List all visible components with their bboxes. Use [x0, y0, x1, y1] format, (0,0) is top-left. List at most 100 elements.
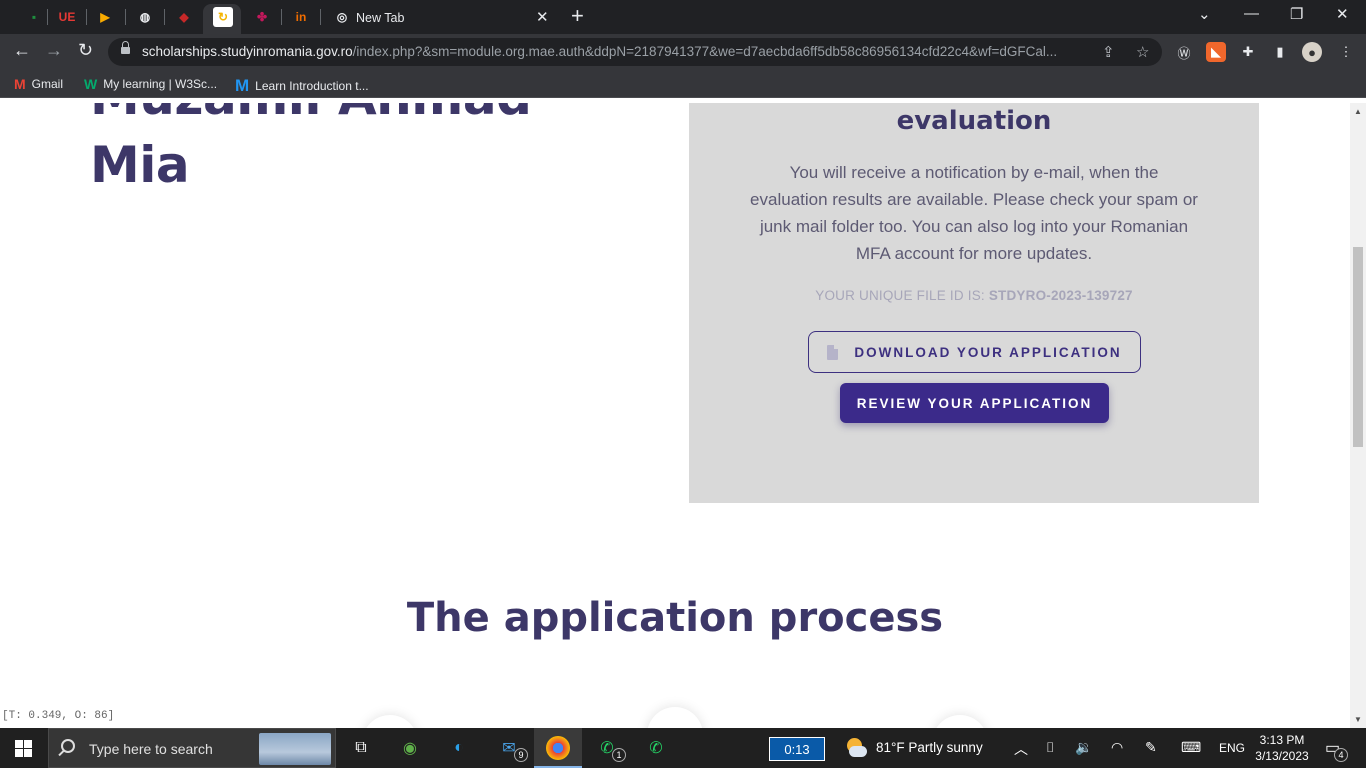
tab-title: New Tab	[356, 11, 405, 25]
extension-w-icon[interactable]: Ⓦ	[1174, 42, 1194, 62]
review-button-label: REVIEW YOUR APPLICATION	[856, 395, 1093, 411]
ue-icon[interactable]: UE	[57, 7, 77, 27]
bookmark-label: Gmail	[31, 77, 64, 91]
new-tab-button[interactable]: +	[571, 4, 584, 28]
tab-search-icon[interactable]: ⌄	[1198, 5, 1211, 23]
reload-icon[interactable]: ↻	[78, 40, 93, 61]
chevron-up-icon[interactable]: ︿	[1014, 739, 1028, 759]
document-icon	[827, 344, 839, 360]
page-viewport: Muzamil Ahmad Mia evaluation You will re…	[0, 103, 1350, 728]
share-icon[interactable]: ⇪	[1102, 43, 1115, 61]
bookmark-label: Learn Introduction t...	[255, 79, 369, 93]
clock-date: 3/13/2023	[1255, 749, 1309, 763]
edge-icon[interactable]: ◐	[447, 736, 471, 760]
globe-app-icon[interactable]: ◉	[398, 736, 422, 760]
windows-start-icon[interactable]	[15, 740, 32, 757]
extension-orange-icon[interactable]: ◣	[1206, 42, 1226, 62]
chrome-icon: ◎	[336, 10, 348, 24]
url-text[interactable]: scholarships.studyinromania.gov.ro/index…	[142, 44, 1092, 59]
section-title: The application process	[406, 595, 944, 641]
windows-taskbar: Type here to search ⧉ ◉ ◐ ✉ 9 ✆ 1 ✆ 0:13…	[0, 728, 1366, 768]
file-id-label: YOUR UNIQUE FILE ID IS:	[815, 288, 985, 303]
scroll-down-icon[interactable]: ▼	[1354, 715, 1362, 724]
bookmark-star-icon[interactable]: ☆	[1136, 43, 1149, 61]
applicant-name: Muzamil Ahmad Mia	[90, 103, 532, 199]
file-id-value: STDYRO-2023-139727	[988, 288, 1133, 303]
learn-m-icon: M	[235, 76, 250, 95]
clock-time: 3:13 PM	[1259, 733, 1305, 747]
bookmarks-bar: M Gmail W My learning | W3Sc... M Learn …	[0, 70, 1366, 98]
status-card: evaluation You will receive a notificati…	[689, 103, 1259, 503]
close-window-button[interactable]: ✕	[1336, 5, 1349, 23]
active-tab-icon[interactable]: ↻	[213, 7, 233, 27]
whatsapp-badge: 1	[612, 748, 626, 762]
w3schools-icon: W	[84, 76, 98, 92]
wifi-icon[interactable]: ◠	[1111, 739, 1123, 756]
step-circle	[647, 707, 703, 728]
back-icon[interactable]: ←	[13, 40, 31, 61]
bookmark-label: My learning | W3Sc...	[103, 77, 218, 91]
tab-separator	[86, 9, 87, 25]
file-id-line: YOUR UNIQUE FILE ID IS: STDYRO-2023-1397…	[689, 288, 1259, 303]
tab-separator	[320, 9, 321, 25]
card-title: evaluation	[896, 106, 1052, 136]
mail-badge: 9	[514, 748, 528, 762]
task-view-icon[interactable]: ⧉	[349, 736, 373, 760]
search-icon	[61, 739, 75, 753]
gmail-icon: M	[14, 76, 26, 92]
recording-timer[interactable]: 0:13	[769, 737, 825, 761]
clock[interactable]: 3:13 PM 3/13/2023	[1250, 732, 1314, 764]
tab-separator	[164, 9, 165, 25]
download-button-label: DOWNLOAD YOUR APPLICATION	[854, 344, 1122, 360]
clover-icon[interactable]: ✤	[252, 7, 272, 27]
extensions-puzzle-icon[interactable]: ✚	[1238, 42, 1258, 62]
browser-toolbar: ← → ↻ scholarships.studyinromania.gov.ro…	[0, 34, 1366, 70]
tab-strip: ▪ UE ▶ ◍ ◆ ↻ ✤ in ◎ New Tab ✕ + ⌄ — ❐ ✕	[0, 0, 1366, 34]
review-application-button[interactable]: REVIEW YOUR APPLICATION	[840, 383, 1109, 423]
notification-badge: 4	[1334, 748, 1348, 762]
close-tab-icon[interactable]: ✕	[536, 8, 549, 26]
lock-icon[interactable]	[121, 41, 130, 56]
globe-icon[interactable]: ◍	[135, 7, 155, 27]
scroll-thumb[interactable]	[1353, 247, 1363, 447]
tab-separator	[125, 9, 126, 25]
search-highlight-image	[259, 733, 331, 765]
weather-partly-sunny-icon[interactable]	[845, 737, 867, 759]
restore-button[interactable]: ❐	[1290, 5, 1303, 23]
scroll-up-icon[interactable]: ▲	[1354, 107, 1362, 116]
menu-kebab-icon[interactable]: ⋮	[1336, 42, 1356, 62]
tab-separator	[281, 9, 282, 25]
status-overlay-text: [T: 0.349, O: 86]	[0, 710, 117, 722]
step-circle	[932, 715, 988, 728]
sheets-icon[interactable]: ▪	[24, 7, 44, 27]
step-circle	[362, 715, 418, 728]
bookmark-gmail[interactable]: M Gmail	[14, 76, 63, 92]
in-icon[interactable]: in	[291, 7, 311, 27]
applicant-name-line-2: Mia	[90, 136, 190, 194]
bookmark-learn[interactable]: M Learn Introduction t...	[235, 76, 369, 96]
pen-icon[interactable]: ✎	[1145, 739, 1157, 756]
search-placeholder: Type here to search	[89, 741, 213, 757]
side-panel-icon[interactable]: ▮	[1270, 42, 1290, 62]
red-shield-icon[interactable]: ◆	[174, 7, 194, 27]
address-bar[interactable]: scholarships.studyinromania.gov.ro/index…	[108, 38, 1162, 66]
card-body-text: You will receive a notification by e-mai…	[750, 163, 1198, 263]
bookmark-w3schools[interactable]: W My learning | W3Sc...	[84, 76, 217, 92]
keyboard-icon[interactable]: ⌨	[1181, 739, 1201, 756]
weather-text[interactable]: 81°F Partly sunny	[876, 740, 983, 755]
profile-avatar[interactable]: ●	[1302, 42, 1322, 62]
forward-icon[interactable]: →	[45, 40, 63, 61]
drive-icon[interactable]: ▶	[95, 7, 115, 27]
taskbar-search[interactable]: Type here to search	[48, 728, 336, 768]
camera-icon[interactable]: ⌷	[1046, 739, 1054, 756]
whatsapp-icon[interactable]: ✆	[644, 736, 668, 760]
minimize-button[interactable]: —	[1244, 5, 1259, 22]
volume-icon[interactable]: 🔉	[1075, 739, 1092, 756]
chrome-taskbar-icon[interactable]	[546, 736, 570, 760]
applicant-name-line-1: Muzamil Ahmad	[90, 103, 532, 131]
tab-new-tab[interactable]: ◎ New Tab ✕	[322, 4, 560, 34]
tab-separator	[47, 9, 48, 25]
page-scrollbar[interactable]: ▲ ▼	[1350, 103, 1366, 728]
download-application-button[interactable]: DOWNLOAD YOUR APPLICATION	[808, 331, 1141, 373]
language-indicator[interactable]: ENG	[1219, 741, 1245, 755]
